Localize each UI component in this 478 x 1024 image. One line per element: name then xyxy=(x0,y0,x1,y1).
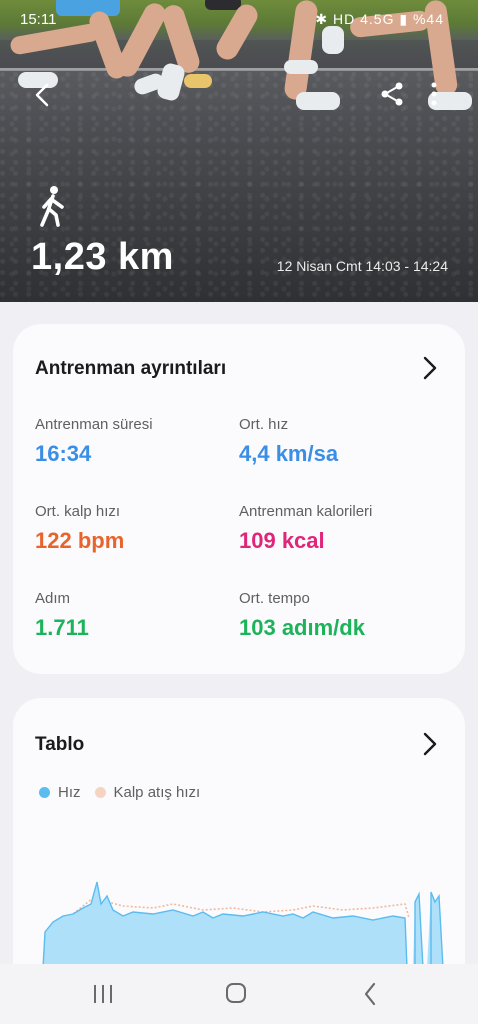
runner-shoe xyxy=(296,92,340,110)
chevron-right-icon[interactable] xyxy=(421,354,439,382)
home-icon[interactable] xyxy=(224,981,248,1005)
status-bar: 15:11 ✱ HD 4.5G ▮ %44 xyxy=(0,0,478,34)
legend-item-speed: Hız xyxy=(39,784,81,801)
metric-value: 103 adım/dk xyxy=(239,615,365,640)
chart-legend: Hız Kalp atış hızı xyxy=(39,784,214,801)
system-navigation-bar xyxy=(0,964,478,1024)
metric-avg-heart-rate: Ort. kalp hızı 122 bpm xyxy=(35,503,124,554)
chart-card-title: Tablo xyxy=(35,734,85,755)
share-icon[interactable] xyxy=(378,80,406,108)
nav-back-icon[interactable] xyxy=(362,981,378,1007)
metric-avg-cadence: Ort. tempo 103 adım/dk xyxy=(239,590,365,641)
distance-value: 1,23 km xyxy=(31,236,174,278)
legend-dot xyxy=(94,787,106,798)
metric-label: Antrenman süresi xyxy=(35,416,153,433)
signal-icon: ▮ xyxy=(399,11,409,27)
metric-value: 1.711 xyxy=(35,615,89,640)
speed-heart-rate-chart xyxy=(42,881,444,968)
workout-hero-image: 15:11 ✱ HD 4.5G ▮ %44 1,23 km 12 Nisan C… xyxy=(0,0,478,302)
bluetooth-icon: ✱ xyxy=(315,11,329,27)
metric-steps: Adım 1.711 xyxy=(35,590,89,641)
legend-label: Kalp atış hızı xyxy=(113,784,201,801)
metric-value: 122 bpm xyxy=(35,528,125,553)
metric-calories: Antrenman kalorileri 109 kcal xyxy=(239,503,372,554)
hd-icon: HD xyxy=(332,11,356,27)
metric-label: Adım xyxy=(35,590,71,607)
metric-label: Ort. kalp hızı xyxy=(35,503,121,520)
legend-dot xyxy=(39,787,50,798)
battery-percent: %44 xyxy=(412,11,444,27)
metric-value: 4,4 km/sa xyxy=(239,441,339,466)
metric-duration: Antrenman süresi 16:34 xyxy=(35,416,153,467)
status-time: 15:11 xyxy=(20,11,57,28)
workout-date-range: 12 Nisan Cmt 14:03 - 14:24 xyxy=(276,258,448,274)
back-arrow-icon[interactable] xyxy=(28,80,58,110)
metric-label: Ort. hız xyxy=(239,416,289,433)
recent-apps-icon[interactable] xyxy=(91,983,115,1005)
metric-avg-speed: Ort. hız 4,4 km/sa xyxy=(239,416,338,467)
walking-person-icon xyxy=(40,186,64,227)
network-label: 4.5G xyxy=(360,11,395,27)
metric-label: Ort. tempo xyxy=(239,590,310,607)
runner-shoe xyxy=(284,60,318,74)
legend-label: Hız xyxy=(58,784,81,801)
workout-details-card[interactable]: Antrenman ayrıntıları Antrenman süresi 1… xyxy=(13,324,465,674)
speed-area xyxy=(43,882,443,968)
status-icons: ✱ HD 4.5G ▮ %44 xyxy=(315,11,444,28)
chevron-right-icon[interactable] xyxy=(421,730,439,758)
more-options-icon[interactable] xyxy=(424,80,444,108)
metric-value: 16:34 xyxy=(35,441,92,466)
metric-label: Antrenman kalorileri xyxy=(239,503,373,520)
runner-shoe xyxy=(184,74,212,88)
legend-item-heart-rate: Kalp atış hızı xyxy=(94,784,201,801)
details-title: Antrenman ayrıntıları xyxy=(35,358,227,379)
metric-value: 109 kcal xyxy=(239,528,325,553)
